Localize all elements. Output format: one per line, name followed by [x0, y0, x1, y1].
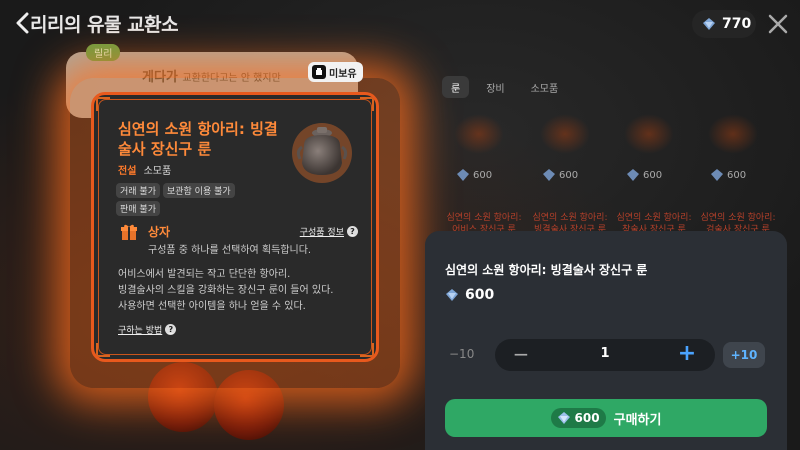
- shop-item-price: 600: [710, 168, 746, 182]
- quantity-value[interactable]: 1: [585, 346, 625, 361]
- npc-name-tag: 릴리: [86, 44, 121, 61]
- shop-item[interactable]: 600 심연의 소원 항아리: 검술사 장신구 룬: [698, 108, 776, 235]
- minus-10-button[interactable]: −10: [449, 347, 474, 361]
- item-name: 심연의 소원 항아리: 빙결술사 장신구 룬: [118, 120, 278, 158]
- currency-amount: 770: [722, 16, 752, 32]
- shop-item-price-value: 600: [643, 169, 663, 181]
- shop-tabs: 룬 장비 소모품: [442, 76, 567, 98]
- tab-rune[interactable]: 룬: [442, 76, 470, 98]
- purchase-panel: 심연의 소원 항아리: 빙결술사 장신구 룬 600 −10 − 1 + +10…: [425, 231, 787, 450]
- frame-corner: [360, 97, 374, 111]
- purchase-unit-price-value: 600: [465, 287, 495, 303]
- box-title: 상자: [148, 225, 171, 239]
- abyss-gem-icon: [703, 18, 715, 30]
- abyss-gem-icon: [543, 169, 555, 181]
- composition-info-label: 구성품 정보: [299, 228, 344, 238]
- shop-item-thumbnail: [540, 114, 590, 154]
- tag-no-trade: 거래 불가: [116, 183, 160, 198]
- shop-item-price-value: 600: [473, 169, 493, 181]
- how-to-get-link[interactable]: 구하는 방법 ?: [118, 323, 177, 336]
- tab-consumable[interactable]: 소모품: [522, 76, 568, 98]
- shop-item-price: 600: [542, 168, 578, 182]
- how-to-get-label: 구하는 방법: [118, 326, 163, 336]
- item-description-line: 빙결술사의 스킬을 강화하는 장신구 룬이 들어 있다.: [118, 285, 334, 296]
- item-grade: 전설: [118, 166, 137, 177]
- tag-no-storage: 보관함 이용 불가: [162, 183, 235, 198]
- item-description: 어비스에서 발견되는 작고 단단한 항아리. 빙결술사의 스킬을 강화하는 장신…: [118, 267, 368, 315]
- shop-item-thumbnail: [708, 114, 758, 154]
- shop-item-price: 600: [456, 168, 492, 182]
- page-title: 리리의 유물 교환소: [30, 14, 179, 36]
- item-description-line: 사용하면 선택한 아이템을 하나 얻을 수 있다.: [118, 301, 306, 312]
- shop-item-price-value: 600: [727, 169, 747, 181]
- buy-price-chip: 600: [550, 408, 606, 428]
- plus-10-button[interactable]: +10: [723, 342, 765, 368]
- gift-box-icon: [121, 224, 137, 240]
- frame-corner: [96, 343, 110, 357]
- frame-corner: [96, 97, 110, 111]
- close-icon[interactable]: [766, 12, 790, 36]
- owned-status-badge: 미보유: [308, 62, 363, 82]
- shop-item-price: 600: [626, 168, 662, 182]
- increment-button[interactable]: +: [675, 341, 699, 369]
- owned-status-label: 미보유: [329, 68, 357, 80]
- purchase-unit-price: 600: [445, 287, 494, 303]
- tab-equipment[interactable]: 장비: [477, 76, 513, 98]
- abyss-gem-icon: [711, 169, 723, 181]
- item-detail-card: 심연의 소원 항아리: 빙결술사 장신구 룬 전설 소모품 거래 불가 보관함 …: [91, 92, 379, 362]
- back-arrow-icon: [16, 12, 29, 34]
- jar-item-icon: [292, 123, 352, 183]
- abyss-gem-icon: [446, 289, 458, 301]
- item-grade-line: 전설 소모품: [118, 162, 171, 177]
- item-description-line: 어비스에서 발견되는 작고 단단한 항아리.: [118, 269, 291, 280]
- currency-display: 770: [692, 10, 756, 38]
- box-description: 구성품 중 하나를 선택하여 획득합니다.: [148, 245, 312, 256]
- frame-corner: [360, 343, 374, 357]
- buy-button-label: 구매하기: [613, 412, 662, 428]
- shop-item-thumbnail: [624, 114, 674, 154]
- help-icon: ?: [165, 324, 177, 335]
- help-icon: ?: [347, 226, 358, 237]
- buy-button[interactable]: 600 구매하기: [445, 399, 767, 437]
- shop-item-thumbnail: [454, 114, 504, 154]
- shop-item[interactable]: 600 심연의 소원 항아리: 창술사 장신구 룬: [614, 108, 692, 235]
- purchase-item-name: 심연의 소원 항아리: 빙결술사 장신구 룬: [445, 263, 648, 277]
- shop-item[interactable]: 600 심연의 소원 항아리: 어비스 장신구 룬: [444, 108, 522, 235]
- tag-no-sell: 판매 불가: [116, 201, 160, 216]
- quantity-stepper: − 1 +: [495, 339, 715, 371]
- item-category: 소모품: [143, 166, 172, 177]
- decrement-button[interactable]: −: [509, 343, 533, 367]
- abyss-gem-icon: [557, 412, 570, 424]
- abyss-gem-icon: [457, 169, 469, 181]
- shop-item-price-value: 600: [559, 169, 579, 181]
- shop-item[interactable]: 600 심연의 소원 항아리: 빙결술사 장신구 룬: [530, 108, 608, 235]
- abyss-gem-icon: [627, 169, 639, 181]
- box-section: 상자 구성품 정보 ? 구성품 중 하나를 선택하여 획득합니다.: [118, 223, 358, 263]
- buy-price-value: 600: [574, 411, 600, 425]
- top-bar: 리리의 유물 교환소 770: [0, 0, 800, 48]
- composition-info-link[interactable]: 구성품 정보 ?: [300, 225, 358, 238]
- item-tags: 거래 불가 보관함 이용 불가 판매 불가: [116, 183, 266, 216]
- inventory-icon: [312, 65, 326, 79]
